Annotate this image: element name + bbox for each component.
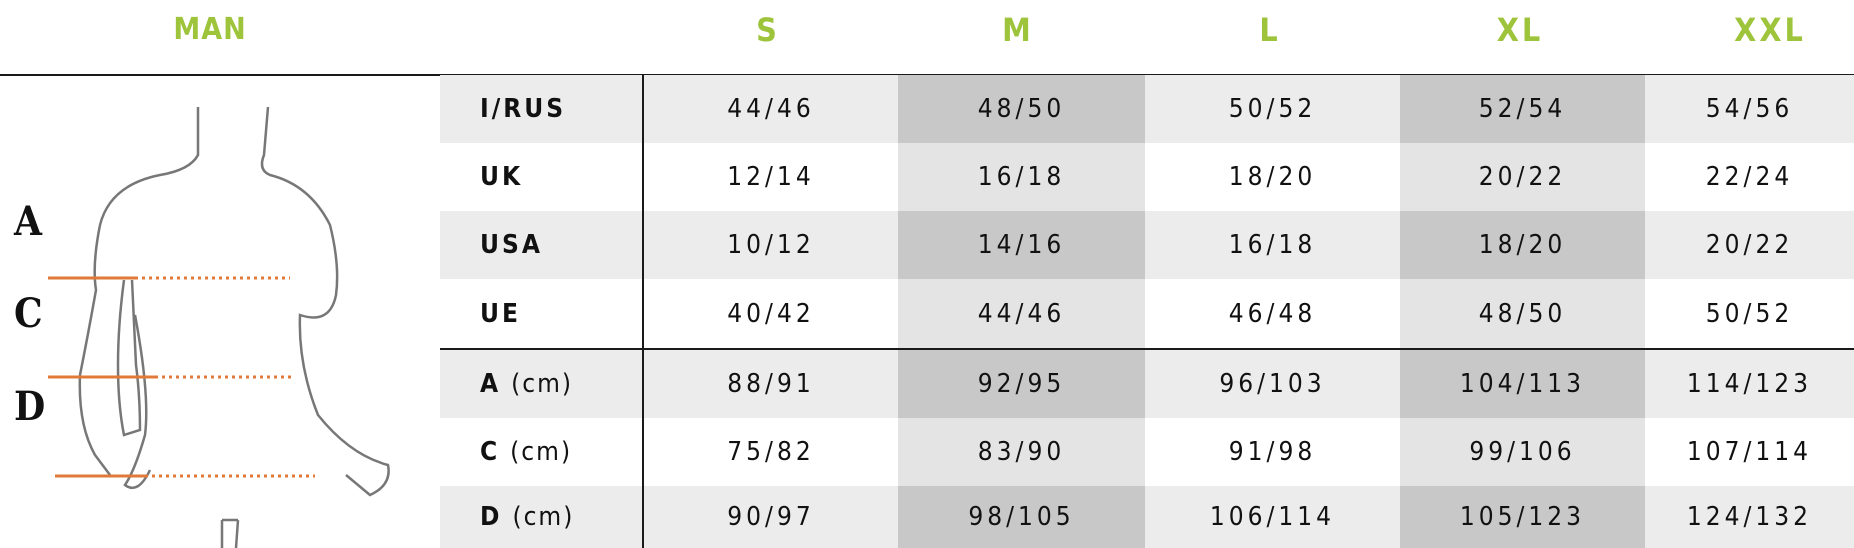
size-cell: 48/50 xyxy=(898,75,1145,143)
size-header-xl: XL xyxy=(1496,11,1544,49)
row-unit-text: (cm) xyxy=(510,437,573,467)
section-divider xyxy=(440,348,1854,350)
size-cell: 22/24 xyxy=(1645,143,1854,211)
size-chart-page: MAN S M L XL XXL I/RUS 44/46 48/50 50/52 52/54 54… xyxy=(0,0,1854,548)
size-cell: 96/103 xyxy=(1145,350,1400,418)
size-cell: 91/98 xyxy=(1145,418,1400,486)
size-cell: 90/97 xyxy=(644,486,898,548)
size-cell: 105/123 xyxy=(1400,486,1645,548)
size-cell: 106/114 xyxy=(1145,486,1400,548)
row-label-uk: UK xyxy=(440,143,642,211)
size-cell: 44/46 xyxy=(898,279,1145,348)
size-cell: 107/114 xyxy=(1645,418,1854,486)
size-cell: 44/46 xyxy=(644,75,898,143)
size-cell: 12/14 xyxy=(644,143,898,211)
row-label-text: I/RUS xyxy=(480,94,567,124)
row-unit-text: (cm) xyxy=(512,502,575,532)
size-cell: 10/12 xyxy=(644,211,898,279)
size-cell: 20/22 xyxy=(1400,143,1645,211)
size-cell: 16/18 xyxy=(898,143,1145,211)
size-cell: 14/16 xyxy=(898,211,1145,279)
marker-c-label: C xyxy=(14,290,43,337)
size-cell: 54/56 xyxy=(1645,75,1854,143)
size-cell: 50/52 xyxy=(1645,279,1854,348)
inner-arm-outline xyxy=(123,314,152,490)
size-cell: 20/22 xyxy=(1645,211,1854,279)
size-cell: 75/82 xyxy=(644,418,898,486)
row-label-text: USA xyxy=(480,230,543,260)
row-label-d: D (cm) xyxy=(440,486,642,548)
row-label-text: C xyxy=(480,437,501,467)
size-cell: 48/50 xyxy=(1400,279,1645,348)
row-unit-text: (cm) xyxy=(511,369,574,399)
row-label-i-rus: I/RUS xyxy=(440,75,642,143)
label-column-divider xyxy=(642,74,644,548)
size-header-m: M xyxy=(1002,11,1034,49)
marker-d-label: D xyxy=(14,383,45,430)
size-cell: 88/91 xyxy=(644,350,898,418)
row-label-usa: USA xyxy=(440,211,642,279)
size-cell: 40/42 xyxy=(644,279,898,348)
row-label-ue: UE xyxy=(440,279,642,348)
size-header-l: L xyxy=(1259,11,1281,49)
row-label-c: C (cm) xyxy=(440,418,642,486)
row-label-text: UE xyxy=(480,298,521,329)
body-figure: A C D xyxy=(13,106,390,548)
size-cell: 114/123 xyxy=(1645,350,1854,418)
size-header-s: S xyxy=(756,11,780,49)
size-header-xxl: XXL xyxy=(1734,11,1806,49)
size-cell: 104/113 xyxy=(1400,350,1645,418)
torso-right-outline xyxy=(260,106,390,497)
size-cell: 46/48 xyxy=(1145,279,1400,348)
size-cell: 83/90 xyxy=(898,418,1145,486)
row-label-a: A (cm) xyxy=(440,350,642,418)
size-cell: 50/52 xyxy=(1145,75,1400,143)
size-cell: 99/106 xyxy=(1400,418,1645,486)
size-cell: 124/132 xyxy=(1645,486,1854,548)
size-cell: 52/54 xyxy=(1400,75,1645,143)
size-cell: 98/105 xyxy=(898,486,1145,548)
size-cell: 18/20 xyxy=(1400,211,1645,279)
row-label-text: A xyxy=(480,369,502,399)
leg-outline xyxy=(220,518,240,548)
row-label-text: D xyxy=(480,502,503,532)
size-cell: 92/95 xyxy=(898,350,1145,418)
row-label-text: UK xyxy=(480,162,524,192)
chart-title: MAN xyxy=(173,12,247,47)
size-cell: 18/20 xyxy=(1145,143,1400,211)
marker-a-label: A xyxy=(13,198,43,245)
size-cell: 16/18 xyxy=(1145,211,1400,279)
arm-outline xyxy=(116,279,142,437)
